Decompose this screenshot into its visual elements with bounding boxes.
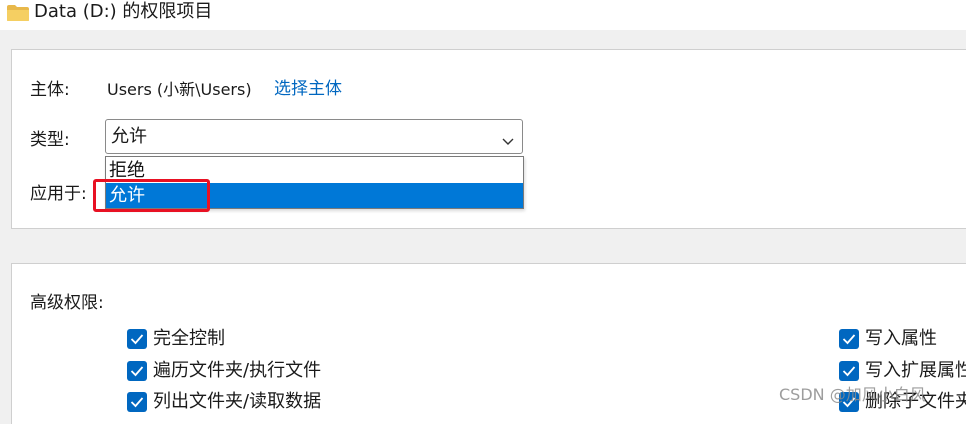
option-deny[interactable]: 拒绝: [106, 158, 523, 183]
checkbox-traverse-execute[interactable]: [127, 361, 147, 381]
type-dropdown-list: 拒绝 允许: [105, 156, 524, 209]
type-label: 类型:: [30, 130, 70, 150]
permission-label: 列出文件夹/读取数据: [153, 391, 322, 412]
title-bar: Data (D:) 的权限项目: [0, 0, 966, 30]
checkbox-delete-subfolders[interactable]: [839, 392, 859, 412]
permission-label: 写入属性: [865, 328, 937, 349]
applies-to-label: 应用于:: [30, 184, 87, 204]
folder-icon: [6, 4, 30, 22]
window-title: Data (D:) 的权限项目: [34, 1, 213, 22]
type-select[interactable]: 允许: [105, 119, 523, 154]
select-principal-link[interactable]: 选择主体: [274, 78, 342, 100]
checkbox-write-extended-attributes[interactable]: [839, 361, 859, 381]
checkbox-full-control[interactable]: [127, 329, 147, 349]
principal-label: 主体:: [30, 80, 70, 100]
permission-label: 写入扩展属性: [865, 360, 966, 381]
checkbox-write-attributes[interactable]: [839, 329, 859, 349]
permission-label: 完全控制: [153, 328, 225, 349]
permission-label: 遍历文件夹/执行文件: [153, 360, 322, 381]
principal-value: Users (小新\Users): [107, 80, 252, 99]
checkbox-list-read[interactable]: [127, 392, 147, 412]
advanced-permissions-label: 高级权限:: [30, 293, 104, 313]
type-selected-value: 允许: [111, 126, 147, 147]
option-allow[interactable]: 允许: [106, 183, 523, 208]
chevron-down-icon: [502, 131, 514, 145]
permission-label: 删除子文件夹: [865, 391, 966, 412]
